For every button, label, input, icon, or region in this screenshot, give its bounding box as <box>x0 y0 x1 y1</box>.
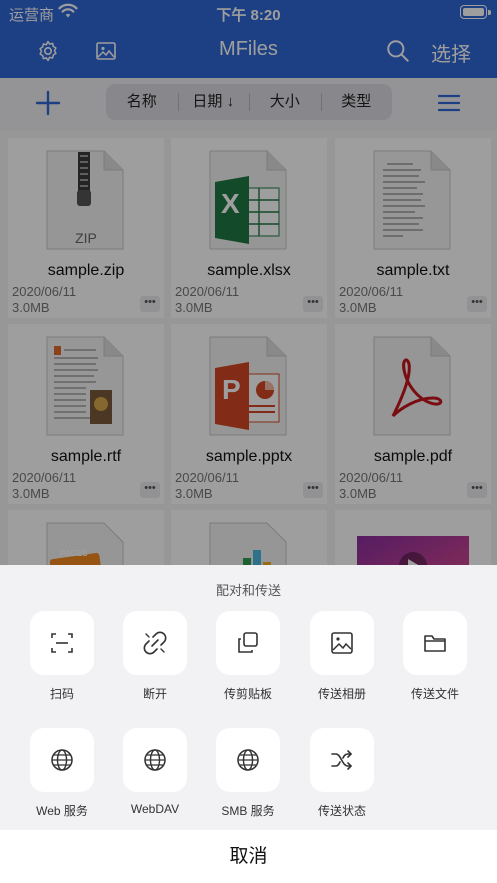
action-tile[interactable] <box>216 728 280 792</box>
action-tile[interactable] <box>123 611 187 675</box>
action-tile[interactable] <box>30 611 94 675</box>
action-tile[interactable] <box>310 728 374 792</box>
copy-icon <box>238 632 258 653</box>
action-tile[interactable] <box>123 728 187 792</box>
globe-icon <box>237 749 259 771</box>
globe-icon <box>144 749 166 771</box>
file-transfer-action[interactable]: 传送文件 <box>402 611 468 702</box>
globe-icon <box>51 749 73 771</box>
shuffle-icon <box>331 750 352 770</box>
modal-backdrop[interactable] <box>0 0 497 565</box>
disconnect-action[interactable]: 断开 <box>122 611 188 702</box>
unlink-icon <box>143 631 167 655</box>
action-tile[interactable] <box>30 728 94 792</box>
action-label: 传送状态 <box>317 804 366 818</box>
smb-service-action[interactable]: SMB 服务 <box>215 728 281 819</box>
action-label: 传送相册 <box>317 687 366 701</box>
share-action-sheet: 配对和传送 扫码 断开 传剪贴板 传送相册 传送文件 Web 服务 WebDAV… <box>0 565 497 830</box>
action-label: 断开 <box>142 687 167 701</box>
clipboard-action[interactable]: 传剪贴板 <box>215 611 281 702</box>
folder-icon <box>424 635 446 652</box>
photo-action[interactable]: 传送相册 <box>309 611 375 702</box>
transfer-status-action[interactable]: 传送状态 <box>309 728 375 819</box>
scan-action[interactable]: 扫码 <box>29 611 95 702</box>
action-label: Web 服务 <box>36 804 88 818</box>
action-label: 传剪贴板 <box>223 687 272 701</box>
photo-icon <box>331 632 353 654</box>
action-tile[interactable] <box>403 611 467 675</box>
action-label: SMB 服务 <box>221 804 275 818</box>
web-service-action[interactable]: Web 服务 <box>29 728 95 819</box>
action-label: 传送文件 <box>410 687 459 701</box>
webdav-action[interactable]: WebDAV <box>122 728 188 816</box>
sheet-title: 配对和传送 <box>215 583 281 598</box>
action-tile[interactable] <box>310 611 374 675</box>
scan-icon <box>51 633 73 653</box>
cancel-button[interactable]: 取消 <box>0 830 497 883</box>
action-label: 扫码 <box>49 687 74 701</box>
action-tile[interactable] <box>216 611 280 675</box>
action-label: WebDAV <box>130 802 180 816</box>
